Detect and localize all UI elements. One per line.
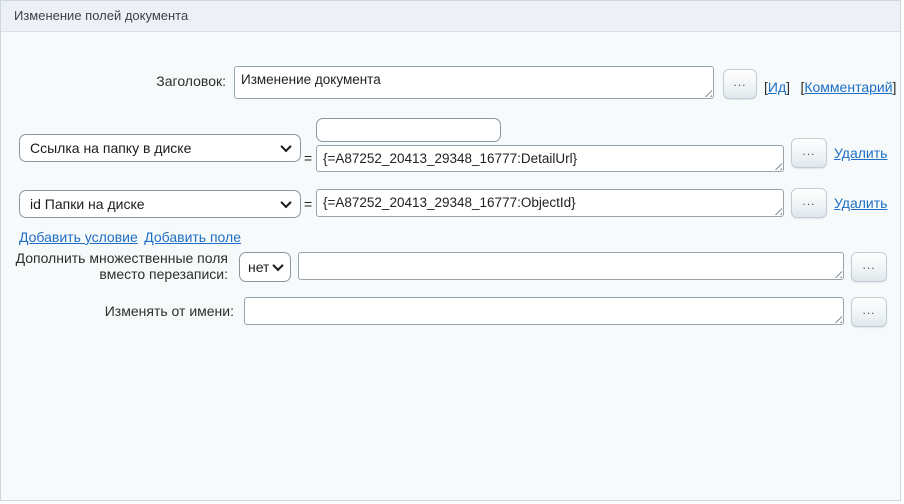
field-extra-input-1[interactable] — [316, 118, 501, 142]
field-value-wrap-1: {=A87252_20413_29348_16777:DetailUrl} — [316, 145, 784, 172]
field-picker-button-1[interactable]: ... — [791, 138, 827, 168]
chevron-down-icon — [280, 141, 291, 152]
add-field-link[interactable]: Добавить поле — [144, 229, 241, 245]
multiple-fields-label: Дополнить множественные поля вместо пере… — [1, 250, 228, 282]
field-value-input-1[interactable]: {=A87252_20413_29348_16777:DetailUrl} — [316, 145, 784, 172]
modify-as-value-wrap — [244, 297, 844, 325]
field-select-2-value: id Папки на диске — [30, 196, 274, 212]
modify-as-input[interactable] — [244, 297, 844, 325]
delete-field-link-1[interactable]: Удалить — [834, 145, 887, 161]
multiple-fields-label-line2: вместо перезаписи: — [1, 266, 228, 282]
chevron-down-icon — [280, 197, 291, 208]
panel-title: Изменение полей документа — [1, 1, 900, 32]
modify-as-label: Изменять от имени: — [1, 303, 234, 319]
title-label: Заголовок: — [1, 73, 226, 89]
field-select-1[interactable]: Ссылка на папку в диске — [19, 134, 301, 162]
add-links-row: Добавить условие Добавить поле — [19, 229, 241, 247]
title-input[interactable]: Изменение документа — [234, 66, 714, 99]
delete-field-link-2[interactable]: Удалить — [834, 195, 887, 211]
field-value-input-2[interactable]: {=A87252_20413_29348_16777:ObjectId} — [316, 189, 784, 217]
field-select-2[interactable]: id Папки на диске — [19, 190, 301, 218]
field-picker-button-2[interactable]: ... — [791, 188, 827, 218]
multiple-fields-select-value: нет — [248, 259, 269, 275]
modify-as-picker-button[interactable]: ... — [851, 297, 887, 327]
activity-settings-panel: Изменение полей документа Заголовок: Изм… — [0, 0, 901, 501]
id-link-bracket-close: ] — [786, 79, 790, 95]
multiple-fields-picker-button[interactable]: ... — [851, 252, 887, 282]
multiple-fields-input[interactable] — [298, 252, 844, 280]
field-value-wrap-2: {=A87252_20413_29348_16777:ObjectId} — [316, 189, 784, 217]
add-condition-link[interactable]: Добавить условие — [19, 229, 138, 245]
comment-link-bracket-close: ] — [893, 79, 897, 95]
field-select-1-value: Ссылка на папку в диске — [30, 140, 274, 156]
multiple-fields-select[interactable]: нет — [239, 252, 291, 282]
multiple-fields-label-line1: Дополнить множественные поля — [1, 250, 228, 266]
comment-link[interactable]: Комментарий — [804, 79, 892, 95]
chevron-down-icon — [272, 260, 283, 271]
equals-sign-2: = — [304, 196, 312, 212]
title-links: [Ид] [Комментарий] — [764, 79, 896, 97]
id-link[interactable]: Ид — [768, 79, 786, 95]
title-picker-button[interactable]: ... — [723, 69, 757, 99]
title-field-wrap: Изменение документа — [234, 66, 714, 99]
equals-sign-1: = — [304, 150, 312, 166]
multiple-fields-value-wrap — [298, 252, 844, 280]
